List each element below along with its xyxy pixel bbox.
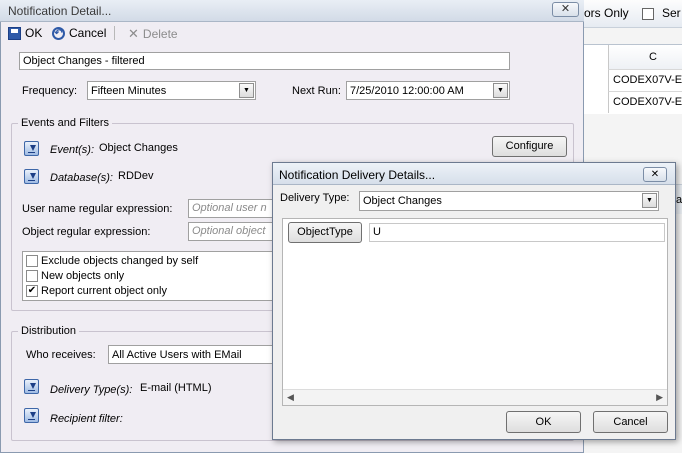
databases-value: RDDev [118, 170, 154, 182]
notification-name-input[interactable]: Object Changes - filtered [19, 52, 510, 70]
object-regex-input[interactable]: Optional object [188, 222, 278, 241]
next-run-label: Next Run: [292, 85, 341, 97]
current-object-label: Report current object only [41, 285, 167, 297]
scroll-left-icon[interactable]: ◀ [287, 392, 294, 403]
delivery-type-picker-icon[interactable] [24, 379, 39, 394]
username-regex-input[interactable]: Optional user n [188, 199, 278, 218]
next-run-value: 7/25/2010 12:00:00 AM [350, 85, 464, 97]
popup-close-button[interactable]: ✕ [643, 167, 667, 182]
frequency-value: Fifteen Minutes [91, 85, 167, 97]
popup-titlebar: Notification Delivery Details... ✕ [273, 163, 675, 185]
who-receives-select[interactable]: All Active Users with EMail [108, 345, 278, 364]
popup-cancel-button[interactable]: Cancel [593, 411, 668, 433]
next-run-picker[interactable]: 7/25/2010 12:00:00 AM ▼ [346, 81, 510, 100]
object-type-button[interactable]: ObjectType [288, 222, 362, 243]
close-button[interactable]: ✕ [552, 2, 579, 17]
table-row[interactable]: CODEX07V-E [608, 69, 682, 91]
who-receives-label: Who receives: [26, 349, 96, 361]
toolbar-separator [114, 26, 115, 40]
popup-ok-button[interactable]: OK [506, 411, 581, 433]
close-icon: ✕ [650, 169, 660, 180]
recipient-filter-label: Recipient filter: [50, 413, 123, 425]
background-grid: C CODEX07V-E CODEX07V-E [582, 44, 682, 114]
filter-icon [642, 8, 654, 20]
save-icon [8, 26, 21, 40]
parameters-panel: ObjectType U ◀ ▶ [282, 218, 668, 406]
undo-icon: ↶ [52, 26, 65, 40]
delivery-type-select[interactable]: Object Changes ▼ [359, 191, 659, 211]
exclude-self-label: Exclude objects changed by self [41, 255, 199, 267]
frequency-select[interactable]: Fifteen Minutes ▼ [87, 81, 256, 100]
cancel-toolbar-button[interactable]: ↶ Cancel [52, 26, 106, 40]
grid-header-label: C [649, 51, 657, 63]
horizontal-scrollbar[interactable]: ◀ ▶ [283, 389, 667, 405]
table-row[interactable]: CODEX07V-E [608, 91, 682, 113]
who-receives-value: All Active Users with EMail [112, 349, 242, 361]
bg-toolbar-text[interactable]: ors Only [584, 6, 629, 20]
close-icon: ✕ [560, 3, 571, 15]
recipient-filter-picker-icon[interactable] [24, 408, 39, 423]
events-label: Event(s): [50, 144, 95, 156]
chevron-down-icon: ▼ [239, 83, 254, 98]
delete-toolbar-button[interactable]: ✕ Delete [128, 26, 178, 42]
scroll-right-icon[interactable]: ▶ [656, 392, 663, 403]
dialog-titlebar: Notification Detail... ✕ [0, 0, 584, 22]
new-objects-checkbox[interactable] [26, 270, 38, 282]
delivery-type-select-value: Object Changes [363, 195, 442, 207]
new-objects-label: New objects only [41, 270, 125, 282]
bg-toolbar-text-2[interactable]: Ser [662, 6, 681, 20]
events-value: Object Changes [99, 142, 178, 154]
frequency-label: Frequency: [22, 85, 78, 97]
chevron-down-icon: ▼ [642, 193, 657, 208]
distribution-title: Distribution [18, 325, 80, 337]
object-regex-label: Object regular expression: [22, 226, 151, 238]
dialog-toolbar: OK ↶ Cancel ✕ Delete [0, 22, 584, 44]
notification-delivery-details-dialog: Notification Delivery Details... ✕ Deliv… [272, 162, 676, 440]
events-picker-icon[interactable] [24, 141, 39, 156]
configure-button[interactable]: Configure [492, 136, 567, 157]
delivery-type-select-label: Delivery Type: [280, 192, 350, 204]
bg-strip-text: ate [676, 194, 682, 206]
username-regex-label: User name regular expression: [22, 203, 173, 215]
dialog-title: Notification Detail... [8, 4, 112, 18]
ok-toolbar-label: OK [25, 26, 43, 40]
databases-picker-icon[interactable] [24, 169, 39, 184]
delete-icon: ✕ [128, 26, 139, 41]
delete-toolbar-label: Delete [142, 27, 178, 41]
grid-header[interactable]: C [608, 45, 682, 69]
popup-title: Notification Delivery Details... [279, 168, 436, 182]
ok-toolbar-button[interactable]: OK [8, 26, 42, 40]
exclude-self-checkbox[interactable] [26, 255, 38, 267]
delivery-type-label: Delivery Type(s): [50, 384, 133, 396]
object-type-input[interactable]: U [369, 223, 665, 242]
databases-label: Database(s): [50, 172, 113, 184]
events-filters-title: Events and Filters [18, 117, 113, 129]
delivery-type-value: E-mail (HTML) [140, 382, 212, 394]
cancel-toolbar-label: Cancel [69, 26, 107, 40]
chevron-down-icon: ▼ [493, 83, 508, 98]
current-object-checkbox[interactable]: ✔ [26, 285, 38, 297]
check-icon: ✔ [27, 285, 37, 296]
background-toolbar: ors Only Ser [582, 0, 682, 28]
